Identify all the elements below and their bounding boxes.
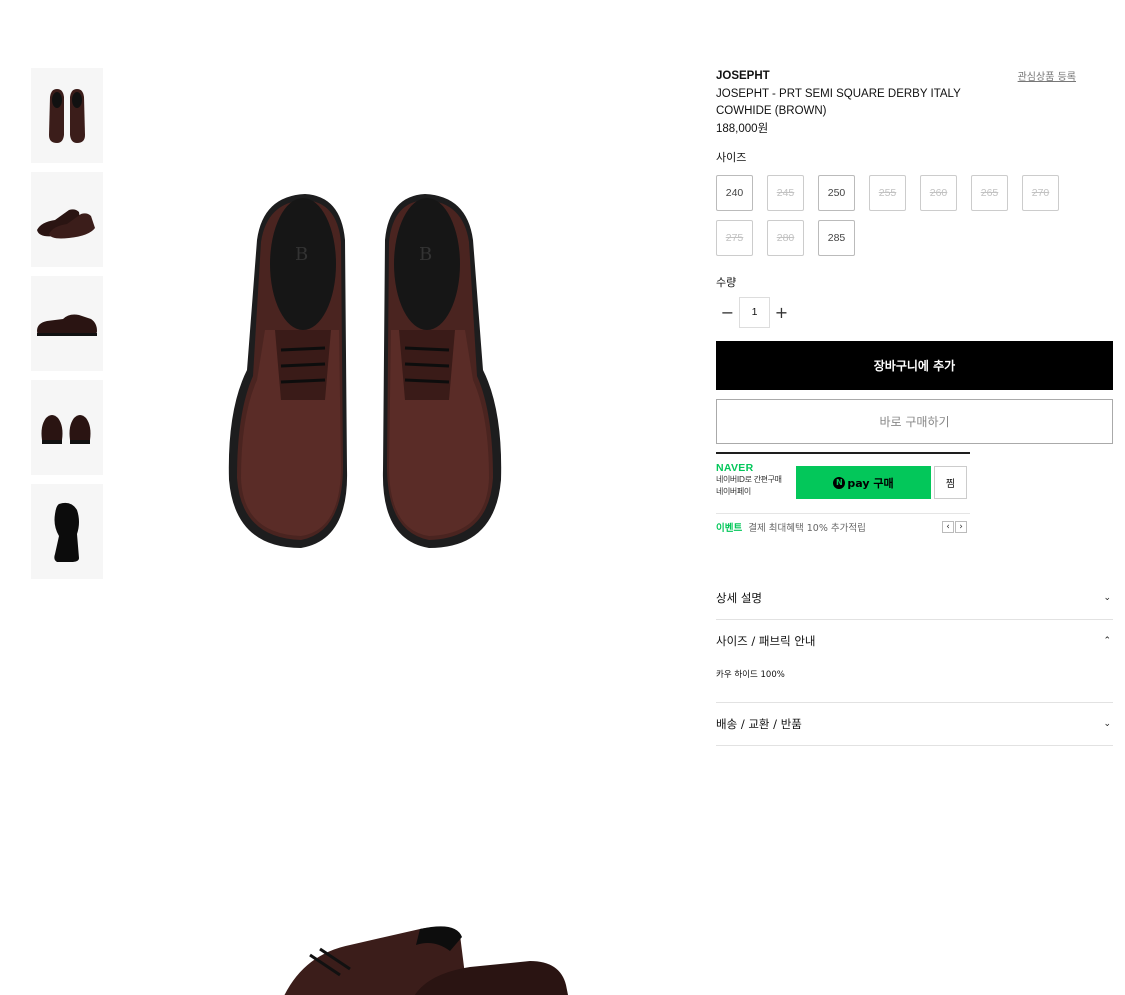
accordion-title: 배송 / 교환 / 반품 [716,717,802,731]
accordion-item-description: 상세 설명 ⌄ [716,577,1113,620]
thumbnail-sole-view[interactable] [31,484,103,579]
quantity-increase-button[interactable]: + [770,297,793,328]
secondary-product-image [270,915,580,995]
add-to-cart-button[interactable]: 장바구니에 추가 [716,341,1113,390]
thumbnail-angle-view[interactable] [31,172,103,267]
product-price: 188,000원 [716,123,769,135]
size-option-270[interactable]: 270 [1022,175,1059,211]
thumbnail-back-view[interactable] [31,380,103,475]
event-text: 결제 최대혜택 10% 추가적립 [748,523,866,534]
product-detail-accordion: 상세 설명 ⌄ 사이즈 / 패브릭 안내 ⌃ 카우 하이드 100% 배송 / … [716,577,1113,746]
event-next-button[interactable]: › [955,521,967,533]
naver-n-icon: N [833,476,846,489]
product-info-panel: JOSEPHT 관심상품 등록 JOSEPHT - PRT SEMI SQUAR… [716,68,1113,746]
accordion-item-size-fabric: 사이즈 / 패브릭 안내 ⌃ 카우 하이드 100% [716,620,1113,703]
size-option-255[interactable]: 255 [869,175,906,211]
shoes-back-view-icon [41,414,91,444]
accordion-title: 사이즈 / 패브릭 안내 [716,634,816,648]
thumbnail-side-view[interactable] [31,276,103,371]
chevron-up-icon: ⌃ [1103,636,1111,646]
size-option-265[interactable]: 265 [971,175,1008,211]
thumbnail-list [31,68,103,588]
naver-pay-event: 이벤트 결제 최대혜택 10% 추가적립 ‹ › [716,513,970,534]
naver-pay-subtitle-2: 네이버페이 [716,487,751,496]
accordion-item-shipping: 배송 / 교환 / 반품 ⌄ [716,703,1113,746]
buy-now-button[interactable]: 바로 구매하기 [716,399,1113,444]
size-option-260[interactable]: 260 [920,175,957,211]
naver-wish-button[interactable]: 찜 [934,466,967,499]
accordion-header-description[interactable]: 상세 설명 ⌄ [716,577,1113,619]
chevron-down-icon: ⌄ [1103,593,1111,603]
size-options: 240 245 250 255 260 265 270 275 280 285 [716,175,1076,265]
product-name: JOSEPHT - PRT SEMI SQUARE DERBY ITALY CO… [716,88,961,117]
chevron-down-icon: ⌄ [1103,719,1111,729]
derby-shoes-lifestyle-image [284,926,568,995]
size-option-280[interactable]: 280 [767,220,804,256]
event-arrows: ‹ › [941,521,967,533]
svg-text:B: B [419,244,432,265]
svg-text:B: B [295,244,308,265]
size-option-245[interactable]: 245 [767,175,804,211]
accordion-header-shipping[interactable]: 배송 / 교환 / 반품 ⌄ [716,703,1113,745]
accordion-header-size-fabric[interactable]: 사이즈 / 패브릭 안내 ⌃ [716,620,1113,662]
accordion-body-size-fabric: 카우 하이드 100% [716,670,785,680]
accordion-title: 상세 설명 [716,591,762,605]
size-option-275[interactable]: 275 [716,220,753,256]
wishlist-link[interactable]: 관심상품 등록 [1018,68,1076,83]
size-label: 사이즈 [716,151,747,164]
brown-derby-shoes-image: B B [228,194,502,548]
naver-pay-subtitle-1: 네이버ID로 간편구매 [716,475,782,484]
naver-pay-button-label: pay 구매 [847,476,894,490]
event-prev-button[interactable]: ‹ [942,521,954,533]
quantity-label: 수량 [716,276,737,289]
shoes-angle-view-icon [37,208,95,238]
shoe-sole-view-icon [54,502,79,562]
quantity-input[interactable]: 1 [739,297,770,328]
size-option-240[interactable]: 240 [716,175,753,211]
naver-pay-button[interactable]: N pay 구매 [796,466,931,499]
size-option-250[interactable]: 250 [818,175,855,211]
shoes-top-view-icon [49,88,85,143]
naver-pay-widget: NAVER 네이버ID로 간편구매 네이버페이 N pay 구매 찜 이벤트 결… [716,452,970,534]
quantity-decrease-button[interactable]: − [716,297,739,328]
naver-logo: NAVER [716,462,754,474]
thumbnail-top-view[interactable] [31,68,103,163]
main-product-image: B B [215,180,515,560]
quantity-stepper: − 1 + [716,297,1113,328]
naver-pay-info: NAVER 네이버ID로 간편구매 네이버페이 [716,463,782,498]
size-option-285[interactable]: 285 [818,220,855,256]
shoe-side-view-icon [37,314,97,336]
event-tag: 이벤트 [716,523,743,534]
